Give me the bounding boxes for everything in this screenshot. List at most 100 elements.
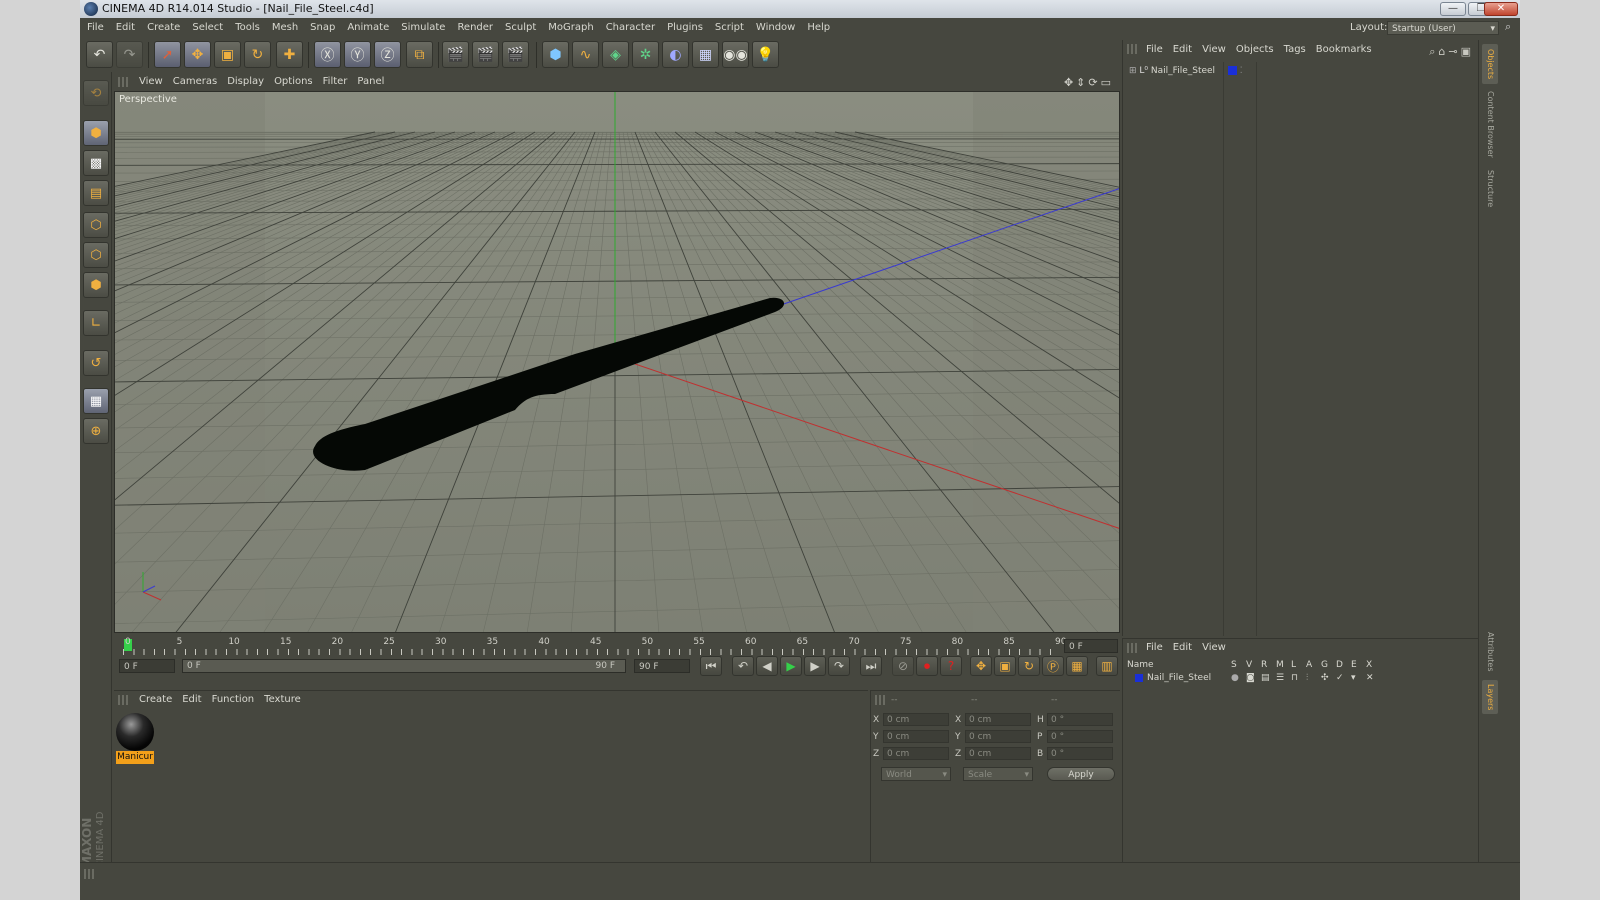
add-scene-button[interactable]: ▦ bbox=[692, 41, 719, 68]
om-menu-bookmarks[interactable]: Bookmarks bbox=[1311, 40, 1377, 60]
menu-sculpt[interactable]: Sculpt bbox=[499, 18, 542, 38]
next-frame-button[interactable]: ▶ bbox=[804, 656, 826, 676]
material-menu-texture[interactable]: Texture bbox=[259, 691, 306, 709]
panel-grip-icon[interactable] bbox=[118, 77, 128, 87]
redo-button[interactable]: ↷ bbox=[116, 41, 143, 68]
snap-button[interactable]: ▦ bbox=[83, 388, 109, 414]
rot-b-field[interactable]: 0 ° bbox=[1047, 747, 1113, 760]
rotation-key-button[interactable]: ↻ bbox=[1018, 656, 1040, 676]
add-camera-button[interactable]: ◉◉ bbox=[722, 41, 749, 68]
tab-structure[interactable]: Structure bbox=[1482, 166, 1498, 212]
object-row-nail-file-steel[interactable]: ⊞ L⁰ Nail_File_Steel ⁚ bbox=[1129, 64, 1243, 78]
tab-layers[interactable]: Layers bbox=[1482, 680, 1498, 714]
previous-key-button[interactable]: ↶ bbox=[732, 656, 754, 676]
menu-mograph[interactable]: MoGraph bbox=[542, 18, 599, 38]
add-nurbs-button[interactable]: ◈ bbox=[602, 41, 629, 68]
menu-window[interactable]: Window bbox=[750, 18, 801, 38]
undo-button[interactable]: ↶ bbox=[86, 41, 113, 68]
parameter-key-button[interactable]: Ⓟ bbox=[1042, 656, 1064, 676]
tweak-mode-button[interactable]: ↺ bbox=[83, 350, 109, 376]
pos-z-field[interactable]: 0 cm bbox=[883, 747, 949, 760]
scale-key-button[interactable]: ▣ bbox=[994, 656, 1016, 676]
layer-color-icon[interactable] bbox=[1135, 674, 1143, 682]
axis-mode-button[interactable]: ∟ bbox=[83, 310, 109, 336]
dolly-icon[interactable]: ⇕ bbox=[1076, 76, 1088, 89]
viewport-menu-options[interactable]: Options bbox=[269, 73, 318, 91]
workplane-mode-button[interactable]: ▤ bbox=[83, 180, 109, 206]
rot-p-field[interactable]: 0 ° bbox=[1047, 730, 1113, 743]
visibility-dots-icon[interactable]: ⁚ bbox=[1240, 66, 1243, 76]
tab-objects[interactable]: Objects bbox=[1482, 44, 1498, 84]
previous-frame-button[interactable]: ◀ bbox=[756, 656, 778, 676]
rotate-tool-button[interactable]: ↻ bbox=[244, 41, 271, 68]
animation-toggle-icon[interactable]: ⫶ bbox=[1306, 672, 1308, 684]
view-toggle-icon[interactable]: ◙ bbox=[1246, 672, 1255, 684]
expression-toggle-icon[interactable]: ▾ bbox=[1351, 672, 1356, 684]
lm-menu-edit[interactable]: Edit bbox=[1168, 639, 1197, 657]
close-button[interactable]: ✕ bbox=[1484, 2, 1518, 16]
frame-range-slider[interactable]: 0 F 90 F bbox=[182, 659, 626, 673]
menu-tools[interactable]: Tools bbox=[229, 18, 266, 38]
end-frame-field[interactable]: 90 F bbox=[634, 659, 690, 673]
render-toggle-icon[interactable]: ▤ bbox=[1261, 672, 1270, 684]
tab-attributes[interactable]: Attributes bbox=[1482, 628, 1498, 676]
layer-row[interactable]: Nail_File_Steel ● ◙ ▤ ☰ ⊓ ⫶ ✣ ✓ ▾ ✕ bbox=[1127, 672, 1473, 684]
go-to-start-button[interactable]: ⏮ bbox=[700, 656, 722, 676]
generator-toggle-icon[interactable]: ✣ bbox=[1321, 672, 1329, 684]
layout-dropdown[interactable]: Startup (User) ▾ bbox=[1387, 21, 1499, 35]
go-to-end-button[interactable]: ⏭ bbox=[860, 656, 882, 676]
menu-file[interactable]: File bbox=[81, 18, 110, 38]
add-array-button[interactable]: ✲ bbox=[632, 41, 659, 68]
menu-render[interactable]: Render bbox=[451, 18, 499, 38]
render-picture-viewer-button[interactable]: 🎬 bbox=[472, 41, 499, 68]
timeline-ruler[interactable]: 0 5 10 15 20 25 30 35 40 45 50 55 60 65 70 75 80 85 90 bbox=[123, 637, 1066, 655]
coordinate-system-button[interactable]: ⧉ bbox=[406, 41, 433, 68]
om-menu-view[interactable]: View bbox=[1197, 40, 1231, 60]
play-button[interactable]: ▶ bbox=[780, 656, 802, 676]
pos-x-field[interactable]: 0 cm bbox=[883, 713, 949, 726]
coordinate-space-dropdown[interactable]: World ▾ bbox=[881, 767, 951, 781]
rot-h-field[interactable]: 0 ° bbox=[1047, 713, 1113, 726]
deformer-toggle-icon[interactable]: ✓ bbox=[1336, 672, 1344, 684]
perspective-viewport[interactable]: Perspective bbox=[114, 91, 1120, 633]
viewport-menu-panel[interactable]: Panel bbox=[352, 73, 389, 91]
start-frame-field[interactable]: 0 F bbox=[119, 659, 175, 673]
orbit-icon[interactable]: ⟳ bbox=[1088, 76, 1100, 89]
recent-tools-button[interactable]: ✚ bbox=[276, 41, 303, 68]
z-axis-button[interactable]: Ⓩ bbox=[374, 41, 401, 68]
size-z-field[interactable]: 0 cm bbox=[965, 747, 1031, 760]
home-icon[interactable]: ⌂ bbox=[1438, 45, 1448, 58]
viewport-menu-display[interactable]: Display bbox=[222, 73, 269, 91]
menu-edit[interactable]: Edit bbox=[110, 18, 141, 38]
autokeying-button[interactable]: ⏺ bbox=[916, 656, 938, 676]
expand-icon[interactable]: ⊞ bbox=[1129, 66, 1137, 76]
pos-y-field[interactable]: 0 cm bbox=[883, 730, 949, 743]
scale-tool-button[interactable]: ▣ bbox=[214, 41, 241, 68]
menu-select[interactable]: Select bbox=[186, 18, 229, 38]
viewport-menu-cameras[interactable]: Cameras bbox=[168, 73, 222, 91]
om-menu-objects[interactable]: Objects bbox=[1231, 40, 1279, 60]
layer-name[interactable]: Nail_File_Steel bbox=[1147, 672, 1211, 684]
y-axis-button[interactable]: Ⓨ bbox=[344, 41, 371, 68]
add-deformer-button[interactable]: ◐ bbox=[662, 41, 689, 68]
point-level-button[interactable]: ▦ bbox=[1066, 656, 1088, 676]
size-mode-dropdown[interactable]: Scale ▾ bbox=[963, 767, 1033, 781]
xref-toggle-icon[interactable]: ✕ bbox=[1366, 672, 1374, 684]
texture-mode-button[interactable]: ▩ bbox=[83, 150, 109, 176]
add-cube-button[interactable]: ⬢ bbox=[542, 41, 569, 68]
solo-toggle-icon[interactable]: ● bbox=[1231, 672, 1239, 684]
menu-simulate[interactable]: Simulate bbox=[395, 18, 451, 38]
menu-plugins[interactable]: Plugins bbox=[661, 18, 709, 38]
model-mode-button[interactable]: ⬢ bbox=[83, 120, 109, 146]
tab-content-browser[interactable]: Content Browser bbox=[1482, 88, 1498, 160]
live-selection-button[interactable]: ➚ bbox=[154, 41, 181, 68]
lock-toggle-icon[interactable]: ⊓ bbox=[1291, 672, 1298, 684]
minimize-button[interactable]: — bbox=[1440, 2, 1466, 16]
panel-grip-icon[interactable] bbox=[1127, 44, 1137, 54]
search-icon[interactable]: ⌕ bbox=[1429, 45, 1438, 58]
material-menu-edit[interactable]: Edit bbox=[177, 691, 206, 709]
material-name-label[interactable]: Manicur bbox=[116, 751, 154, 764]
polygons-mode-button[interactable]: ⬢ bbox=[83, 272, 109, 298]
panel-grip-icon[interactable] bbox=[84, 869, 94, 879]
lock-workplane-button[interactable]: ⊕ bbox=[83, 418, 109, 444]
